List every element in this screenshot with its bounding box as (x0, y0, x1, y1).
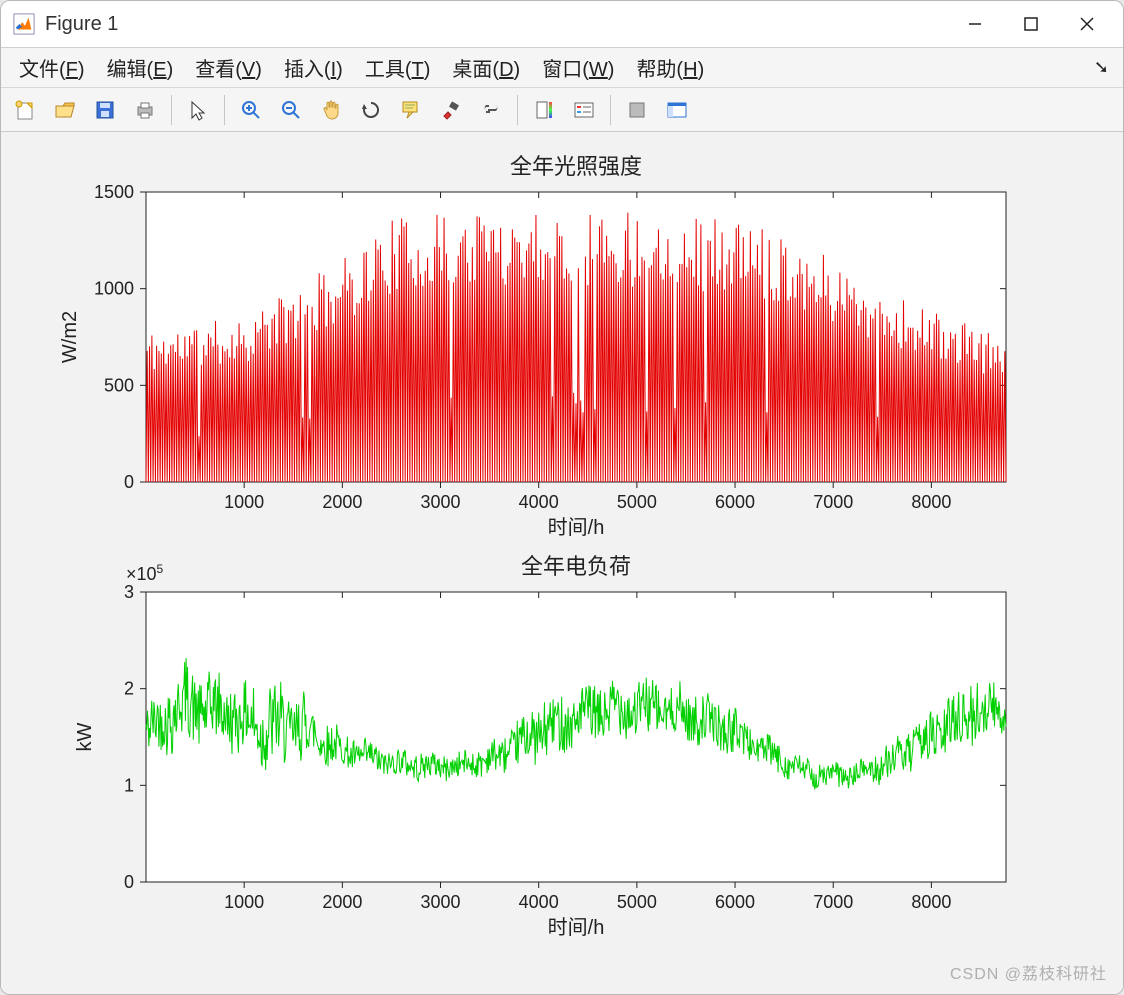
svg-text:3000: 3000 (420, 492, 460, 512)
svg-text:0: 0 (124, 872, 134, 892)
print-button[interactable] (127, 92, 163, 128)
svg-text:4000: 4000 (519, 892, 559, 912)
menu-window[interactable]: 窗口(W) (532, 49, 624, 86)
zoom-in-button[interactable] (233, 92, 269, 128)
svg-text:时间/h: 时间/h (548, 516, 605, 539)
plot-area: 1000 2000 3000 4000 5000 6000 7000 8000 0 500 1000… (1, 132, 1123, 994)
svg-text:2000: 2000 (322, 492, 362, 512)
svg-text:1500: 1500 (94, 182, 134, 202)
svg-text:8000: 8000 (911, 492, 951, 512)
toolbar (1, 88, 1123, 132)
svg-text:×105: ×105 (126, 562, 164, 584)
datatip-button[interactable] (393, 92, 429, 128)
menubar: 文件(F) 编辑(E) 查看(V) 插入(I) 工具(T) 桌面(D) 窗口(W… (1, 48, 1123, 88)
toolbar-separator (224, 95, 225, 125)
svg-text:1: 1 (124, 775, 134, 795)
link-button[interactable] (473, 92, 509, 128)
menu-tools[interactable]: 工具(T) (355, 49, 441, 86)
close-button[interactable] (1059, 1, 1115, 47)
menu-edit[interactable]: 编辑(E) (97, 49, 184, 86)
titlebar: Figure 1 (1, 1, 1123, 48)
svg-text:5000: 5000 (617, 892, 657, 912)
plots-svg[interactable]: 1000 2000 3000 4000 5000 6000 7000 8000 0 500 1000… (1, 132, 1123, 994)
menu-view[interactable]: 查看(V) (185, 49, 272, 86)
rotate-button[interactable] (353, 92, 389, 128)
toolbar-separator (610, 95, 611, 125)
svg-text:7000: 7000 (813, 892, 853, 912)
legend-button[interactable] (566, 92, 602, 128)
svg-text:6000: 6000 (715, 492, 755, 512)
minimize-button[interactable] (947, 1, 1003, 47)
svg-text:8000: 8000 (911, 892, 951, 912)
svg-text:1000: 1000 (94, 279, 134, 299)
menu-desktop[interactable]: 桌面(D) (442, 49, 530, 86)
svg-text:7000: 7000 (813, 492, 853, 512)
menu-overflow-icon[interactable]: ➘ (1094, 57, 1109, 78)
svg-text:4000: 4000 (519, 492, 559, 512)
open-button[interactable] (47, 92, 83, 128)
hide-tools-button[interactable] (619, 92, 655, 128)
pointer-button[interactable] (180, 92, 216, 128)
window-title: Figure 1 (45, 13, 947, 36)
svg-text:6000: 6000 (715, 892, 755, 912)
toolbar-separator (171, 95, 172, 125)
new-figure-button[interactable] (7, 92, 43, 128)
svg-text:W/m2: W/m2 (59, 311, 81, 363)
svg-text:时间/h: 时间/h (548, 916, 605, 939)
matlab-icon (13, 13, 35, 35)
zoom-out-button[interactable] (273, 92, 309, 128)
svg-text:1000: 1000 (224, 492, 264, 512)
svg-text:0: 0 (124, 472, 134, 492)
svg-text:2000: 2000 (322, 892, 362, 912)
menu-insert[interactable]: 插入(I) (274, 49, 353, 86)
save-button[interactable] (87, 92, 123, 128)
menu-help[interactable]: 帮助(H) (626, 49, 714, 86)
brush-button[interactable] (433, 92, 469, 128)
svg-text:5000: 5000 (617, 492, 657, 512)
figure-window: Figure 1 文件(F) 编辑(E) 查看(V) 插入(I) 工具(T) 桌… (0, 0, 1124, 995)
svg-text:1000: 1000 (224, 892, 264, 912)
maximize-button[interactable] (1003, 1, 1059, 47)
pan-button[interactable] (313, 92, 349, 128)
svg-text:全年电负荷: 全年电负荷 (521, 554, 631, 579)
show-tools-button[interactable] (659, 92, 695, 128)
svg-text:全年光照强度: 全年光照强度 (510, 154, 642, 179)
svg-text:kW: kW (74, 722, 96, 751)
colorbar-button[interactable] (526, 92, 562, 128)
svg-text:3: 3 (124, 582, 134, 602)
menu-file[interactable]: 文件(F) (9, 49, 95, 86)
svg-text:3000: 3000 (420, 892, 460, 912)
svg-text:2: 2 (124, 679, 134, 699)
svg-text:500: 500 (104, 375, 134, 395)
toolbar-separator (517, 95, 518, 125)
